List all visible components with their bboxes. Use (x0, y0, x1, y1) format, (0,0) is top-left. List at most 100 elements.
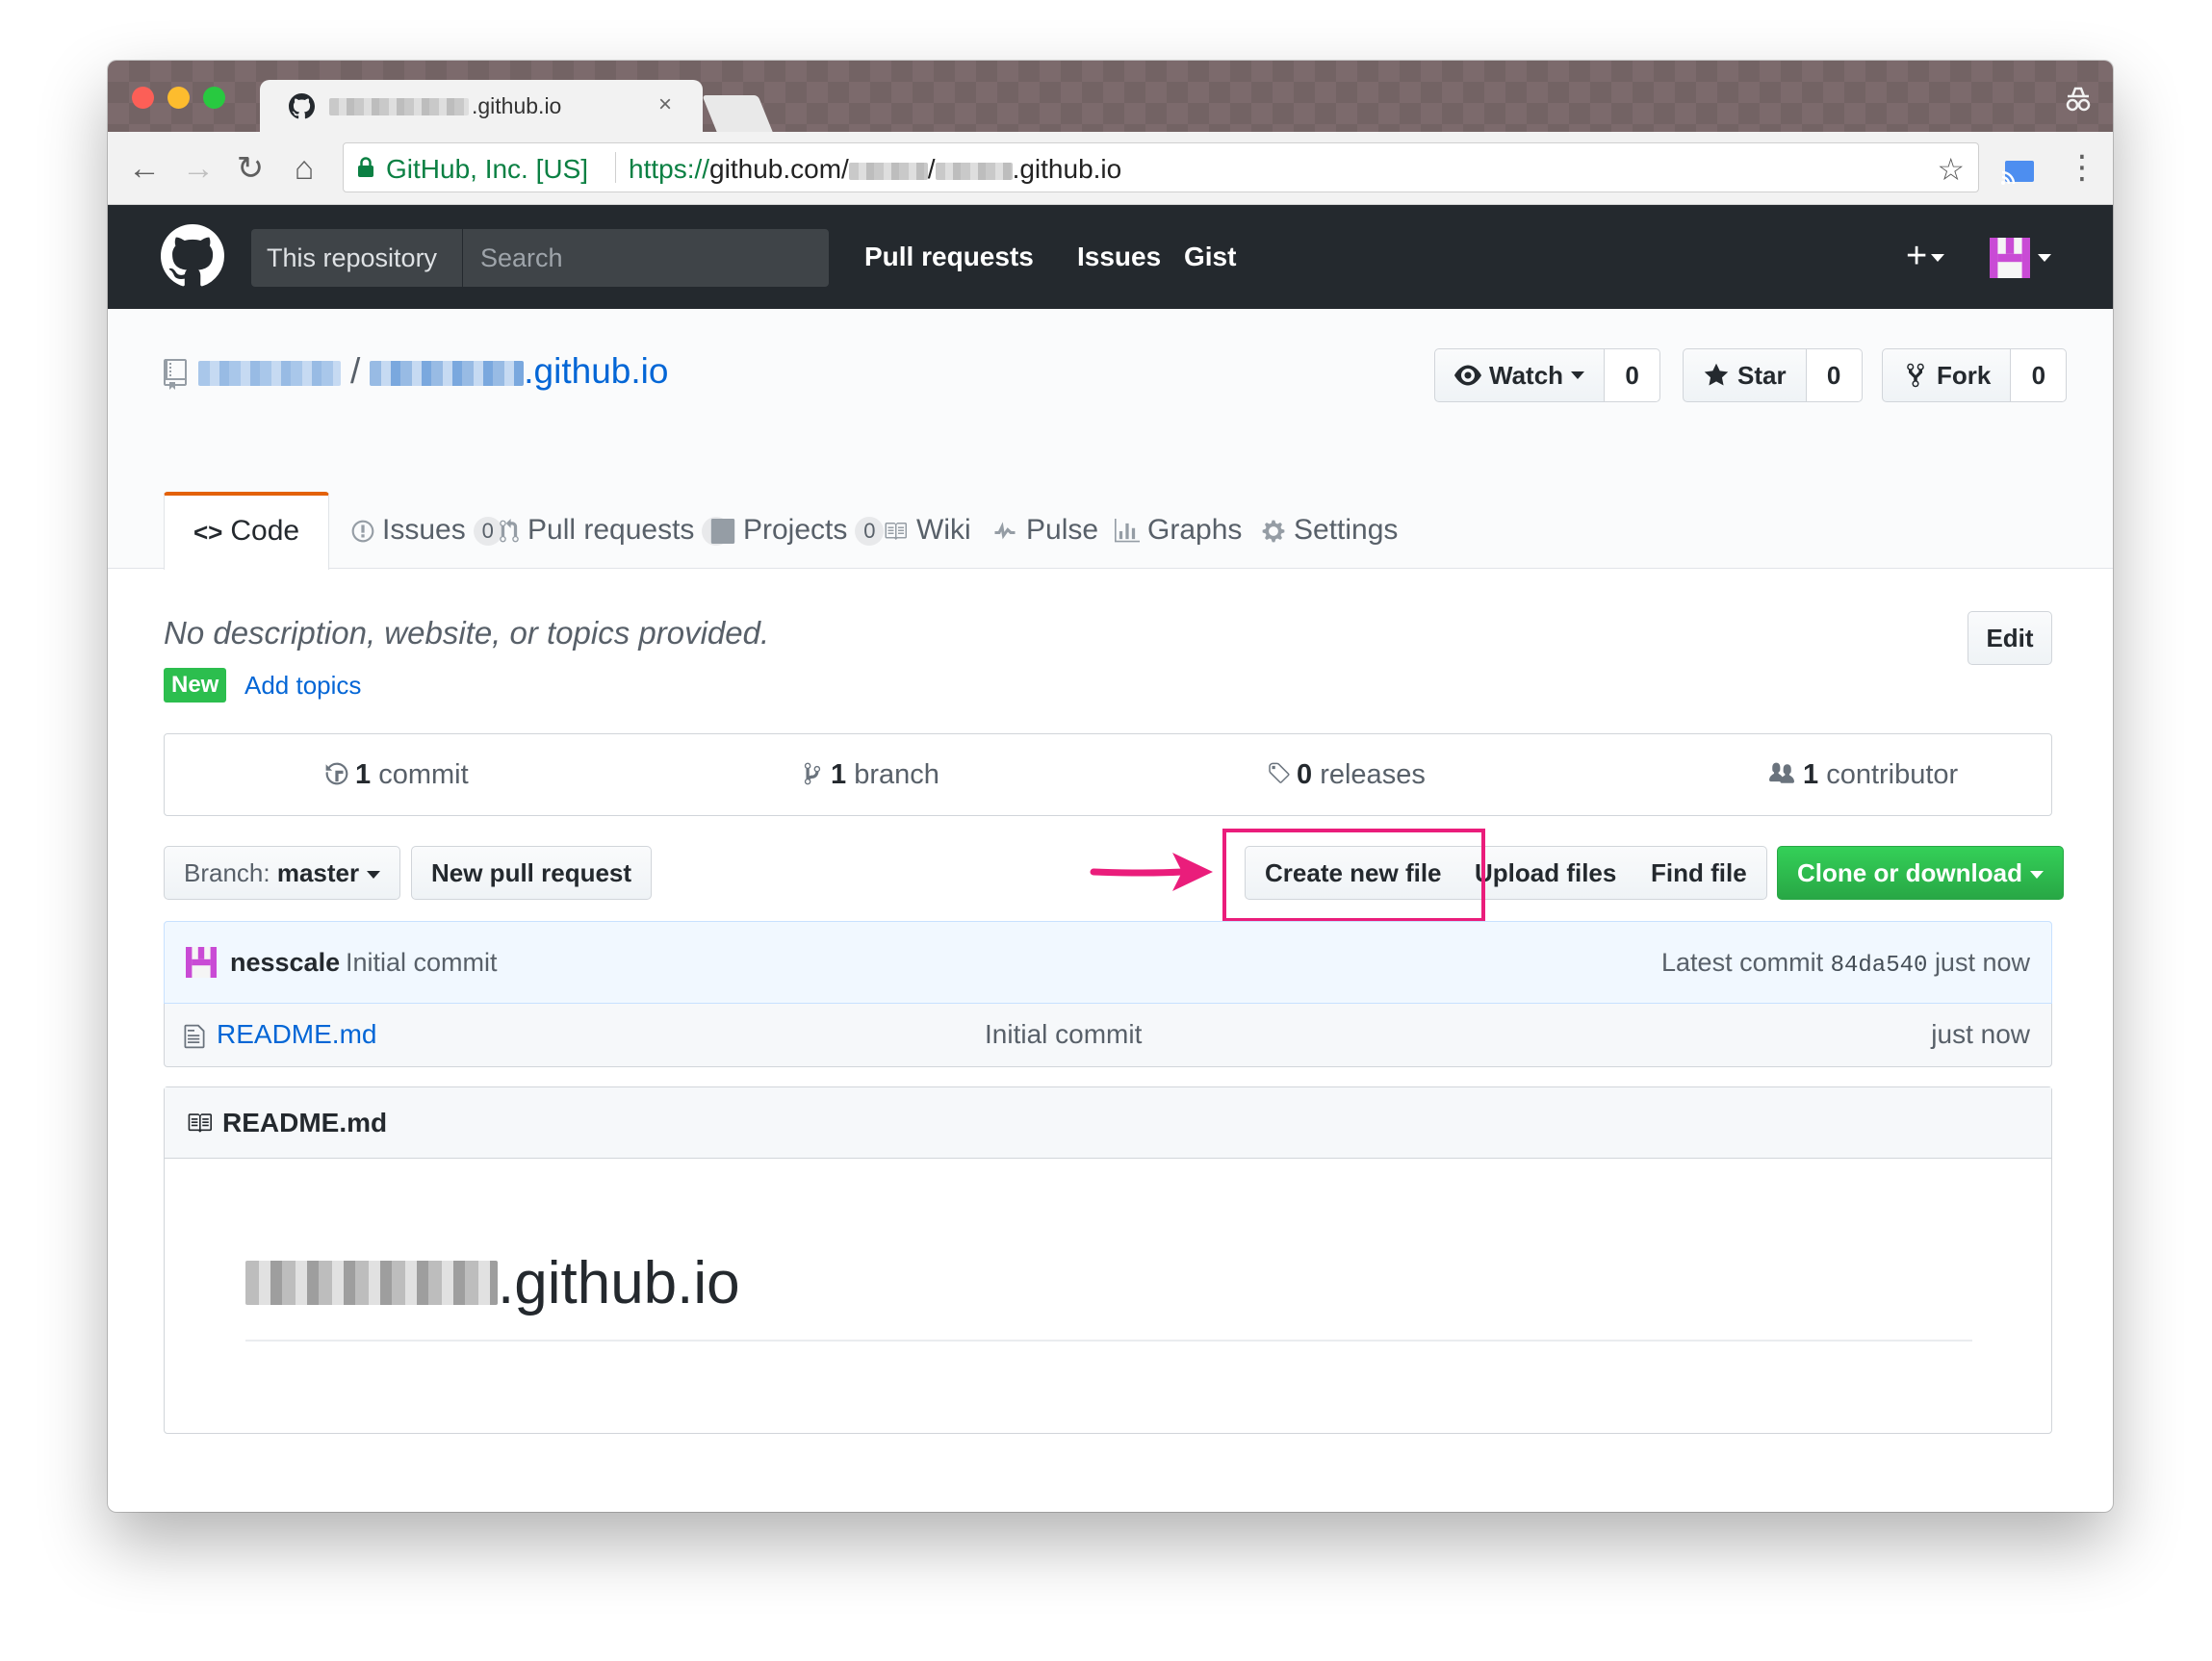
zoom-window-button[interactable] (203, 87, 225, 109)
browser-window: .github.io × ← → ↻ ⌂ GitHub, Inc. [US] h… (108, 61, 2113, 1512)
branch-select-button[interactable]: Branch: master (164, 846, 401, 900)
forward-arrow-icon[interactable]: → (179, 149, 218, 188)
address-bar[interactable]: GitHub, Inc. [US] https://github.com/ / .g… (343, 142, 1979, 192)
address-url[interactable]: https://github.com/ / .github.io (629, 154, 1121, 185)
repo-name-blurred (370, 361, 525, 387)
commit-sha-link[interactable]: 84da540 (1831, 953, 1928, 979)
minimize-window-button[interactable] (167, 87, 190, 109)
fork-button[interactable]: Fork (1882, 348, 2012, 402)
projects-counter: 0 (855, 517, 885, 547)
add-topics-link[interactable]: Add topics (244, 671, 361, 701)
url-blurred-owner (848, 163, 928, 180)
tab-issues-label: Issues (382, 514, 466, 546)
readme-header: README.md (165, 1087, 2051, 1159)
header-nav-pull-requests[interactable]: Pull requests (864, 234, 1034, 280)
history-icon (325, 762, 348, 785)
star-icon (1704, 363, 1729, 386)
readme-heading-suffix: .github.io (498, 1250, 740, 1316)
new-tab-button[interactable] (702, 95, 773, 132)
annotation-arrow (1090, 853, 1213, 891)
reload-icon[interactable]: ↻ (231, 149, 270, 188)
url-blurred-repo (935, 163, 1013, 180)
clone-or-download-button[interactable]: Clone or download (1777, 846, 2064, 900)
star-count[interactable]: 0 (1806, 348, 1863, 402)
find-file-button[interactable]: Find file (1632, 846, 1767, 900)
graph-icon (1115, 519, 1140, 543)
tab-graphs[interactable]: Graphs (1115, 492, 1242, 569)
releases-link[interactable]: 0 releases (1266, 734, 1426, 815)
tab-issues[interactable]: Issues 0 (351, 492, 502, 569)
commit-author-link[interactable]: nesscale (230, 922, 340, 1003)
back-arrow-icon[interactable]: ← (125, 149, 164, 188)
address-separator (615, 152, 616, 183)
watch-button[interactable]: Watch (1434, 348, 1606, 402)
repo-icon (164, 359, 187, 390)
readme-heading: .github.io (245, 1249, 740, 1317)
git-branch-icon (804, 762, 821, 785)
caret-down-icon (2038, 254, 2051, 262)
fork-action: Fork 0 (1882, 348, 2068, 402)
readme-heading-blurred (245, 1260, 498, 1305)
gear-icon (1262, 520, 1285, 543)
commit-message-link[interactable]: Initial commit (346, 922, 498, 1003)
new-pull-request-button[interactable]: New pull request (411, 846, 653, 900)
branch-label: branch (854, 759, 939, 790)
commits-label: commit (378, 759, 469, 790)
browser-menu-icon[interactable]: ⋮ (2066, 151, 2098, 184)
header-nav-gist[interactable]: Gist (1184, 234, 1236, 280)
code-icon: <> (193, 518, 223, 548)
file-commit-message[interactable]: Initial commit (985, 1004, 1142, 1065)
edit-description-button[interactable]: Edit (1968, 611, 2052, 665)
close-window-button[interactable] (132, 87, 154, 109)
header-nav-issues[interactable]: Issues (1077, 234, 1161, 280)
tab-pull-requests-label: Pull requests (527, 514, 695, 546)
repo-head: / .github.io Watch 0 Star 0 Fork 0 <> Co… (108, 309, 2113, 570)
home-icon[interactable]: ⌂ (285, 149, 323, 188)
repo-owner-link[interactable] (198, 361, 341, 387)
file-age: just now (1931, 1019, 2030, 1049)
clone-label: Clone or download (1797, 858, 2022, 887)
cast-icon[interactable] (2001, 159, 2036, 186)
repo-forked-icon (1907, 363, 1924, 388)
watch-count[interactable]: 0 (1605, 348, 1661, 402)
tab-code[interactable]: <> Code (164, 492, 330, 570)
tab-close-icon[interactable]: × (658, 91, 672, 118)
tab-wiki-label: Wiki (916, 514, 971, 546)
tab-settings[interactable]: Settings (1261, 492, 1398, 569)
branches-link[interactable]: 1 branch (800, 734, 939, 815)
contributors-count: 1 (1803, 759, 1819, 790)
pulse-icon (994, 522, 1016, 540)
releases-label: releases (1320, 759, 1426, 790)
caret-down-icon (1931, 253, 1945, 262)
tab-projects[interactable]: Projects 0 (710, 492, 885, 569)
latest-commit-bar: nesscale Initial commit Latest commit 84… (164, 921, 2052, 1004)
commit-age: just now (1934, 948, 2030, 977)
project-icon (710, 519, 735, 545)
repo-name-suffix: .github.io (524, 351, 669, 391)
watch-action: Watch 0 (1434, 348, 1661, 402)
search-input[interactable] (465, 229, 829, 287)
commits-link[interactable]: 1 commit (324, 734, 469, 815)
repo-name-link[interactable]: .github.io (370, 351, 668, 391)
caret-down-icon (2030, 871, 2044, 880)
file-name-link[interactable]: README.md (217, 1004, 376, 1065)
contributors-link[interactable]: 1 contributor (1766, 734, 1958, 815)
git-pull-request-icon (500, 519, 519, 543)
fork-count[interactable]: 0 (2011, 348, 2068, 402)
github-logo-icon[interactable] (161, 224, 224, 288)
avatar[interactable] (186, 947, 217, 978)
caret-down-icon (1571, 371, 1585, 379)
browser-tab[interactable]: .github.io × (260, 80, 703, 132)
tab-pull-requests[interactable]: Pull requests0 (499, 492, 732, 569)
header-search: This repository (251, 229, 829, 287)
file-text-icon (184, 1024, 205, 1049)
bookmark-star-icon[interactable]: ☆ (1937, 151, 1965, 188)
star-button[interactable]: Star (1683, 348, 1807, 402)
user-menu[interactable] (1990, 238, 2057, 278)
tab-wiki[interactable]: Wiki (882, 492, 971, 569)
issue-opened-icon (351, 520, 374, 543)
tab-pulse[interactable]: Pulse (991, 492, 1098, 569)
create-new-menu[interactable]: + (1906, 236, 1945, 276)
browser-titlebar: .github.io × (108, 61, 2113, 132)
ev-certificate-label[interactable]: GitHub, Inc. [US] (386, 154, 588, 185)
